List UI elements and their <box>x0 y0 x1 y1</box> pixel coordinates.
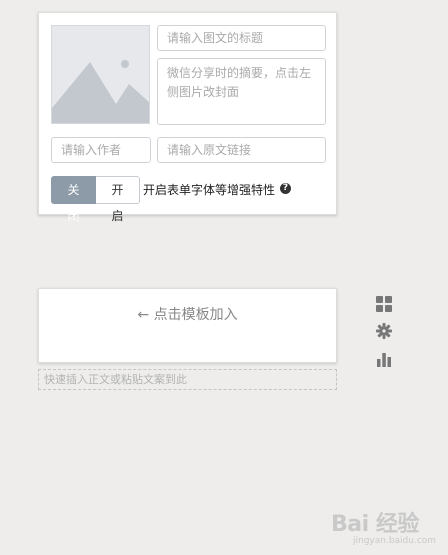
quick-paste-area[interactable]: 快速插入正文或粘贴文案到此 <box>38 369 337 390</box>
image-placeholder-icon <box>52 26 149 123</box>
enhance-feature-label: 开启表单字体等增强特性 <box>143 183 276 197</box>
baidu-watermark: Bai 经验 jingyan.baidu.com <box>331 500 441 550</box>
digest-textarea[interactable] <box>157 58 326 125</box>
enhance-toggle: 关闭 开启 <box>51 176 140 223</box>
template-add-hint: ← 点击模板加入 <box>137 307 238 323</box>
author-input[interactable] <box>51 137 151 163</box>
question-circle-icon[interactable]: ? <box>280 183 291 194</box>
article-editor-card: 关闭 开启 开启表单字体等增强特性 ? <box>38 12 337 223</box>
watermark-text: Bai 经验 <box>331 512 419 537</box>
bar-chart-icon[interactable] <box>376 351 392 367</box>
template-drop-area[interactable]: ← 点击模板加入 <box>38 288 337 363</box>
source-link-input[interactable] <box>157 137 326 163</box>
toggle-on-button[interactable]: 开启 <box>96 176 140 223</box>
watermark-url: jingyan.baidu.com <box>353 536 437 546</box>
title-input[interactable] <box>157 25 326 51</box>
grid-icon[interactable] <box>376 296 392 312</box>
toggle-off-button[interactable]: 关闭 <box>51 176 96 223</box>
gear-icon[interactable] <box>376 323 392 339</box>
cover-image-placeholder[interactable] <box>51 25 150 124</box>
